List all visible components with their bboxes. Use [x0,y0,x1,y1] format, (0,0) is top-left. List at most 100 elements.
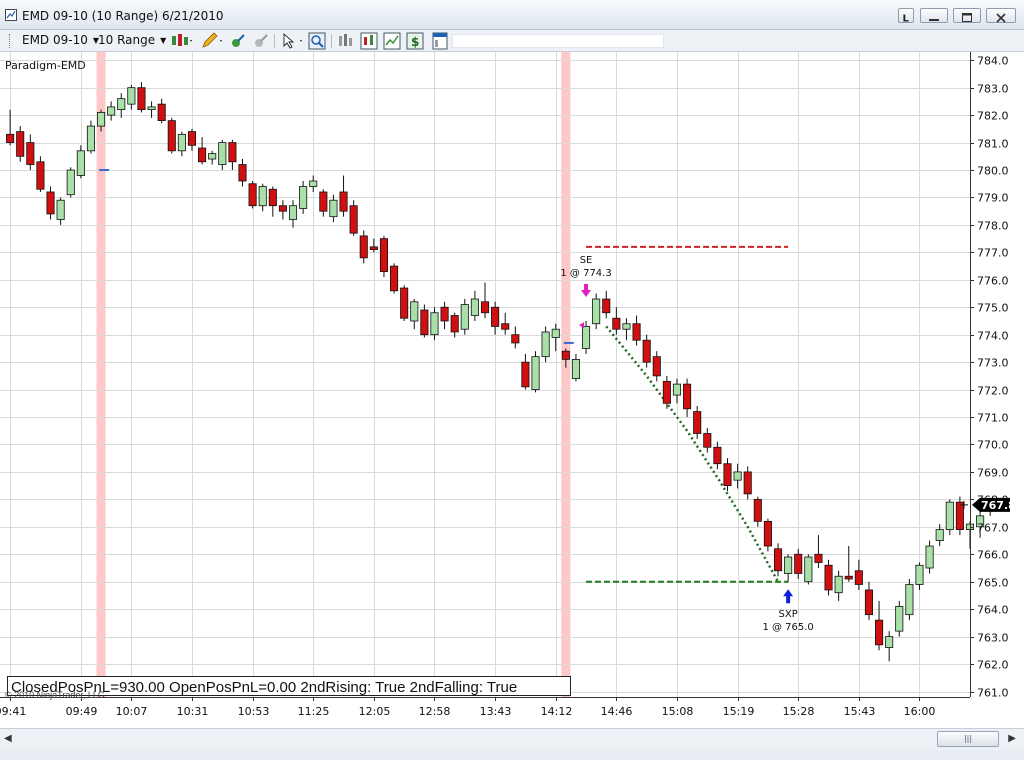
candle-down [379,238,388,272]
candle-up [97,111,106,127]
chart-style-icon[interactable] [170,32,194,50]
candle-down [198,147,207,163]
candle-down [683,383,692,410]
alert-icon[interactable] [252,32,270,50]
candle-down [723,463,732,487]
scroll-left-icon[interactable]: ◀ [4,733,12,744]
short-entry-detail: 1 @ 774.3 [560,268,611,279]
candle-up [672,383,682,396]
candle-up [177,133,186,152]
x-tick-label: 10:31 [177,705,209,718]
candle-up [592,298,601,325]
candle-up [834,575,843,594]
candle-down [703,433,712,448]
candle-down [521,361,530,388]
strategy-icon[interactable] [229,32,247,50]
candle-down [228,142,237,163]
candle-up [945,501,954,530]
toolbar-text-field[interactable] [452,34,664,48]
x-tick-label: 12:05 [359,705,391,718]
candle-up [147,106,156,111]
copyright-text: © 2010 NinjaTrader, LLC [5,690,105,700]
drawing-pencil-icon[interactable] [200,32,224,50]
dollar-icon[interactable]: $ [406,32,424,50]
y-tick-label: 781.0 [977,138,1009,151]
candle-up [935,529,944,541]
candle-down [844,575,853,580]
candle-down [824,564,833,591]
chart-app-icon [5,9,17,21]
candle-up [925,545,934,569]
candle-down [642,339,651,363]
y-tick-label: 765.0 [977,577,1009,590]
y-tick-label: 771.0 [977,412,1009,425]
candle-down [16,131,25,157]
candle-up [299,186,308,209]
y-tick-label: 767.0 [977,522,1009,535]
minimize-icon [929,19,939,21]
y-tick-label: 769.0 [977,467,1009,480]
period-selector[interactable]: 10 Range ▼ [98,33,166,47]
short-exit-label: SXP [779,609,798,620]
candle-up [531,356,540,390]
x-tick-label: 11:25 [298,705,330,718]
candle-down [743,471,752,495]
candle-down [794,553,803,574]
y-tick-label: 774.0 [977,330,1009,343]
candle-up [582,326,591,349]
toolbar-separator [274,34,275,48]
properties-icon[interactable] [431,32,449,50]
close-button[interactable] [986,8,1016,23]
candle-down [369,246,378,251]
candle-down [814,553,823,563]
x-tick-label: 15:08 [662,705,694,718]
candle-down [46,191,55,215]
candle-down [511,334,520,344]
x-tick-label: 09:41 [0,705,26,718]
candle-down [6,133,15,143]
price-chart[interactable]: SE 1 @ 774.3 SXP 1 @ 765.0 761.0 762.0 763.0 7… [0,52,1024,728]
x-tick-label: 10:07 [116,705,148,718]
zoom-icon[interactable] [308,32,326,50]
candle-up [76,150,85,176]
candle-down [753,498,762,522]
instrument-selector[interactable]: EMD 09-10 ▼ [22,33,99,47]
candle-down [773,548,783,572]
candle-down [339,191,348,212]
strategies-icon[interactable] [383,32,401,50]
x-tick-label: 14:46 [601,705,633,718]
scroll-right-icon[interactable]: ▶ [1008,733,1016,744]
y-tick-label: 773.0 [977,357,1009,370]
x-tick-label: 15:43 [844,705,876,718]
maximize-button[interactable] [953,8,981,23]
data-series-icon[interactable] [337,32,355,50]
candle-down [561,350,570,360]
x-tick-label: 09:49 [66,705,98,718]
candle-up [804,556,813,583]
candle-up [905,584,914,616]
candle-down [652,356,661,377]
x-tick-label: 13:43 [480,705,512,718]
x-tick-label: 16:00 [904,705,936,718]
minimize-button[interactable] [920,8,948,23]
cursor-pointer-icon[interactable] [281,32,305,50]
candle-up [66,169,75,196]
candle-down [440,306,449,322]
window-bottom-edge [0,750,1024,760]
indicators-icon[interactable] [360,32,378,50]
y-tick-label: 775.0 [977,302,1009,315]
scrollbar-thumb[interactable]: ||| [937,731,999,747]
candle-down [491,306,500,327]
candle-up [784,556,793,574]
toolbar-grip[interactable] [9,34,12,48]
candle-down [319,191,328,212]
link-button[interactable]: L [898,8,914,25]
y-tick-label: 764.0 [977,604,1009,617]
y-tick-label: 761.0 [977,687,1009,700]
candle-down [693,411,702,434]
horizontal-scrollbar[interactable]: ◀ ||| ▶ [0,728,1024,750]
candle-down [501,323,510,330]
candle-up [470,298,479,316]
short-exit-detail: 1 @ 765.0 [762,622,813,633]
y-tick-label: 776.0 [977,275,1009,288]
